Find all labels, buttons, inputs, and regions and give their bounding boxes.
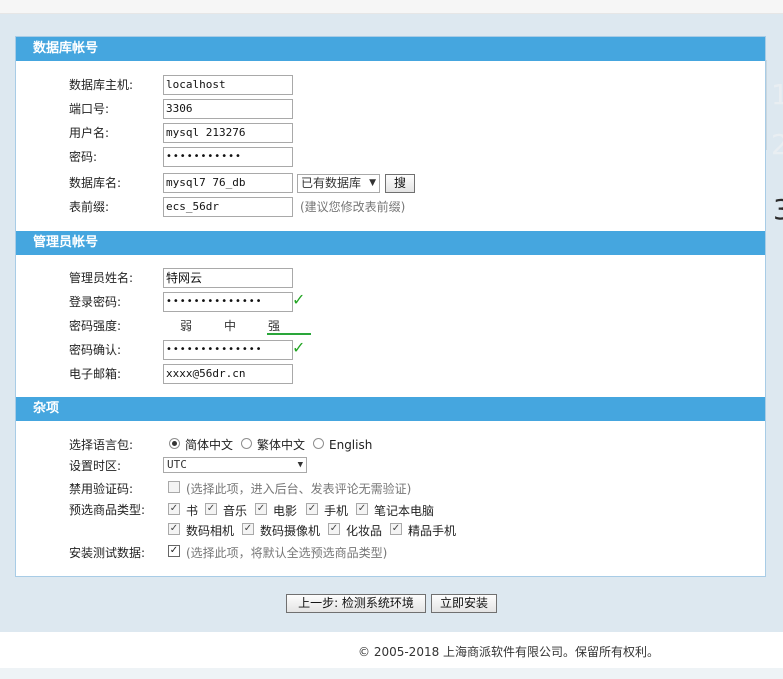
lang-option-english: English xyxy=(329,438,373,452)
goods-checkbox-phone[interactable]: ✓ xyxy=(306,503,318,515)
db-search-button[interactable]: 搜 xyxy=(385,174,415,193)
lang-option-traditional: 繁体中文 xyxy=(257,438,306,452)
lang-radio-english[interactable] xyxy=(313,438,324,449)
db-password-input[interactable]: ••••••••••• xyxy=(163,147,293,167)
install-now-button[interactable]: 立即安装 xyxy=(431,594,497,613)
goods-option-camera: 数码相机 xyxy=(186,524,235,538)
captcha-hint: (选择此项，进入后台、发表评论无需验证) xyxy=(186,482,412,496)
goods-option-camcorder: 数码摄像机 xyxy=(260,524,321,538)
install-test-data-checkbox[interactable]: ✓ xyxy=(168,545,180,557)
db-user-label: 用户名: xyxy=(69,126,110,140)
db-password-label: 密码: xyxy=(69,150,98,164)
strength-medium: 中 xyxy=(223,319,236,333)
email-label: 电子邮箱: xyxy=(69,367,122,381)
timezone-select-value: UTC xyxy=(167,458,187,471)
goods-option-book: 书 xyxy=(186,504,199,518)
admin-name-label: 管理员姓名: xyxy=(69,271,134,285)
admin-password-label: 登录密码: xyxy=(69,295,122,309)
goods-checkbox-camera[interactable]: ✓ xyxy=(168,523,180,535)
db-user-input[interactable]: mysql 213276 xyxy=(163,123,293,143)
disable-captcha-checkbox[interactable] xyxy=(168,481,180,493)
table-prefix-label: 表前缀: xyxy=(69,200,110,214)
strength-indicator-bar xyxy=(267,333,311,335)
goods-checkbox-laptop[interactable]: ✓ xyxy=(356,503,368,515)
goods-option-premium-phone: 精品手机 xyxy=(408,524,457,538)
db-host-input[interactable]: localhost xyxy=(163,75,293,95)
goods-option-cosmetics: 化妆品 xyxy=(346,524,383,538)
strength-weak: 弱 xyxy=(179,319,192,333)
bottom-bar xyxy=(0,668,783,679)
db-name-input[interactable]: mysql7 76_db xyxy=(163,173,293,193)
chevron-down-icon: ▼ xyxy=(369,178,376,188)
step-number-2: 2 xyxy=(771,128,783,161)
top-bar xyxy=(0,0,783,14)
admin-name-input[interactable]: 特网云 xyxy=(163,268,293,288)
chevron-down-icon: ▼ xyxy=(297,460,303,470)
test-data-label: 安装测试数据: xyxy=(69,546,146,560)
db-name-label: 数据库名: xyxy=(69,176,122,190)
goods-option-movie: 电影 xyxy=(273,504,298,518)
goods-checkbox-book[interactable]: ✓ xyxy=(168,503,180,515)
email-input[interactable]: xxxx@56dr.cn xyxy=(163,364,293,384)
password-valid-check-icon: ✓ xyxy=(292,290,306,309)
confirm-password-input[interactable]: •••••••••••••• xyxy=(163,340,293,360)
goods-checkbox-camcorder[interactable]: ✓ xyxy=(242,523,254,535)
install-form-panel: 数据库帐号 数据库主机: localhost 端口号: 3306 用户名: my… xyxy=(15,36,766,577)
goods-checkbox-music[interactable]: ✓ xyxy=(205,503,217,515)
section-header-misc: 杂项 xyxy=(16,397,765,421)
confirm-password-label: 密码确认: xyxy=(69,343,122,357)
timezone-label: 设置时区: xyxy=(69,459,122,473)
password-strength-label: 密码强度: xyxy=(69,319,122,333)
goods-checkbox-cosmetics[interactable]: ✓ xyxy=(328,523,340,535)
goods-option-phone: 手机 xyxy=(324,504,349,518)
admin-password-input[interactable]: •••••••••••••• xyxy=(163,292,293,312)
db-host-label: 数据库主机: xyxy=(69,78,134,92)
timezone-select[interactable]: UTC ▼ xyxy=(163,457,307,473)
test-data-hint: (选择此项，将默认全选预选商品类型) xyxy=(186,546,388,560)
lang-radio-simplified[interactable] xyxy=(169,438,180,449)
strength-strong: 强 xyxy=(267,319,280,333)
goods-checkbox-movie[interactable]: ✓ xyxy=(255,503,267,515)
previous-step-button[interactable]: 上一步: 检测系统环境 xyxy=(286,594,426,613)
confirm-valid-check-icon: ✓ xyxy=(292,338,306,357)
db-port-label: 端口号: xyxy=(69,102,110,116)
section-header-database: 数据库帐号 xyxy=(16,37,765,61)
step-number-1: 1 xyxy=(771,78,783,111)
table-prefix-input[interactable]: ecs_56dr xyxy=(163,197,293,217)
section-header-admin: 管理员帐号 xyxy=(16,231,765,255)
goods-option-music: 音乐 xyxy=(223,504,248,518)
copyright-text: © 2005-2018 上海商派软件有限公司。保留所有权利。 xyxy=(358,645,660,659)
captcha-label: 禁用验证码: xyxy=(69,482,134,496)
goods-option-laptop: 笔记本电脑 xyxy=(374,504,435,518)
lang-radio-traditional[interactable] xyxy=(241,438,252,449)
goods-types-label: 预选商品类型: xyxy=(69,503,146,517)
existing-db-select-value: 已有数据库 xyxy=(301,176,362,190)
db-port-input[interactable]: 3306 xyxy=(163,99,293,119)
goods-checkbox-premium-phone[interactable]: ✓ xyxy=(390,523,402,535)
existing-db-select[interactable]: 已有数据库 ▼ xyxy=(297,174,380,193)
table-prefix-hint: (建议您修改表前缀) xyxy=(300,200,406,214)
language-label: 选择语言包: xyxy=(69,438,134,452)
step-number-3: 3 xyxy=(773,193,783,226)
lang-option-simplified: 简体中文 xyxy=(185,438,234,452)
